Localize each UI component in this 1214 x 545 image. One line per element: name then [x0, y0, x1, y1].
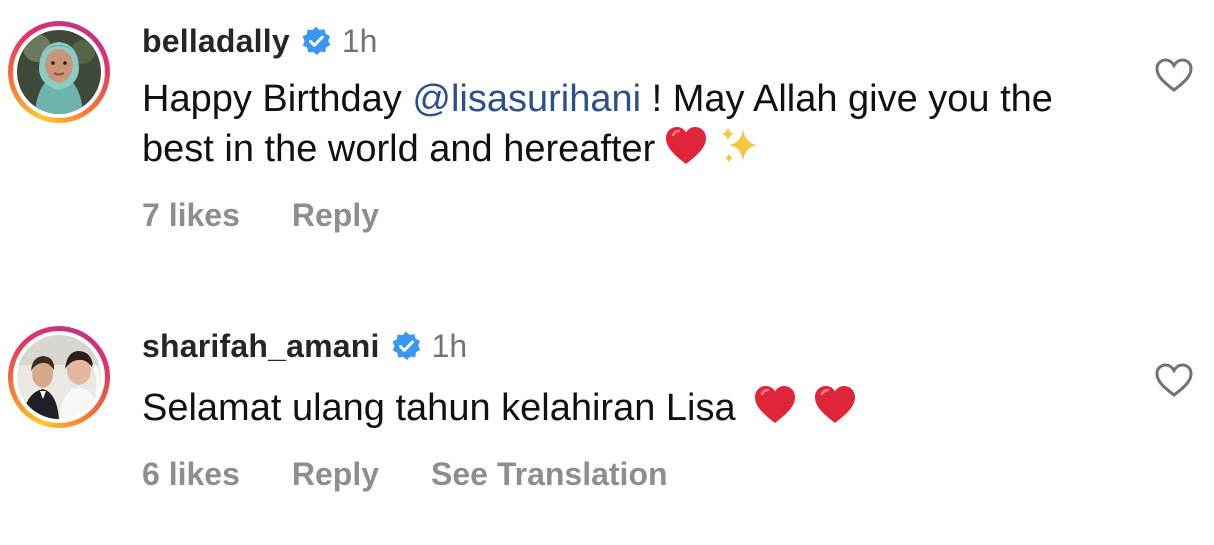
story-ring[interactable]: [8, 21, 110, 123]
timestamp: 1h: [341, 22, 378, 59]
comment-text-start: Happy Birthday: [142, 78, 413, 120]
username[interactable]: sharifah_amani: [142, 328, 380, 365]
red-heart-emoji: [752, 382, 798, 428]
comment-item: sharifah_amani 1h Selamat ulang tahun ke…: [0, 300, 1214, 545]
red-heart-emoji: [812, 382, 858, 428]
comment-text: Selamat ulang tahun kelahiran Lisa: [142, 382, 1102, 432]
verified-badge-icon: [300, 25, 332, 57]
story-ring[interactable]: [8, 326, 110, 428]
timestamp: 1h: [431, 327, 468, 364]
mention-link[interactable]: @lisasurihani: [412, 78, 641, 120]
likes-count[interactable]: 7 likes: [142, 197, 240, 234]
comment-actions: 6 likes Reply See Translation: [142, 456, 720, 493]
see-translation-button[interactable]: See Translation: [431, 456, 668, 493]
red-heart-emoji: [663, 123, 709, 169]
avatar[interactable]: [17, 335, 101, 419]
likes-count[interactable]: 6 likes: [142, 456, 240, 493]
sparkles-emoji: [717, 123, 763, 169]
heart-outline-icon[interactable]: [1154, 57, 1194, 93]
comment-item: belladally 1h Happy Birthday @lisasuriha…: [0, 0, 1214, 270]
heart-outline-icon[interactable]: [1154, 362, 1194, 398]
comment-actions: 7 likes Reply: [142, 197, 431, 234]
reply-button[interactable]: Reply: [292, 197, 379, 234]
avatar[interactable]: [17, 30, 101, 114]
verified-badge-icon: [390, 330, 422, 362]
reply-button[interactable]: Reply: [292, 456, 379, 493]
comment-text-body: Selamat ulang tahun kelahiran Lisa: [142, 387, 736, 429]
comment-text: Happy Birthday @lisasurihani ! May Allah…: [142, 76, 1102, 173]
username[interactable]: belladally: [142, 23, 290, 60]
